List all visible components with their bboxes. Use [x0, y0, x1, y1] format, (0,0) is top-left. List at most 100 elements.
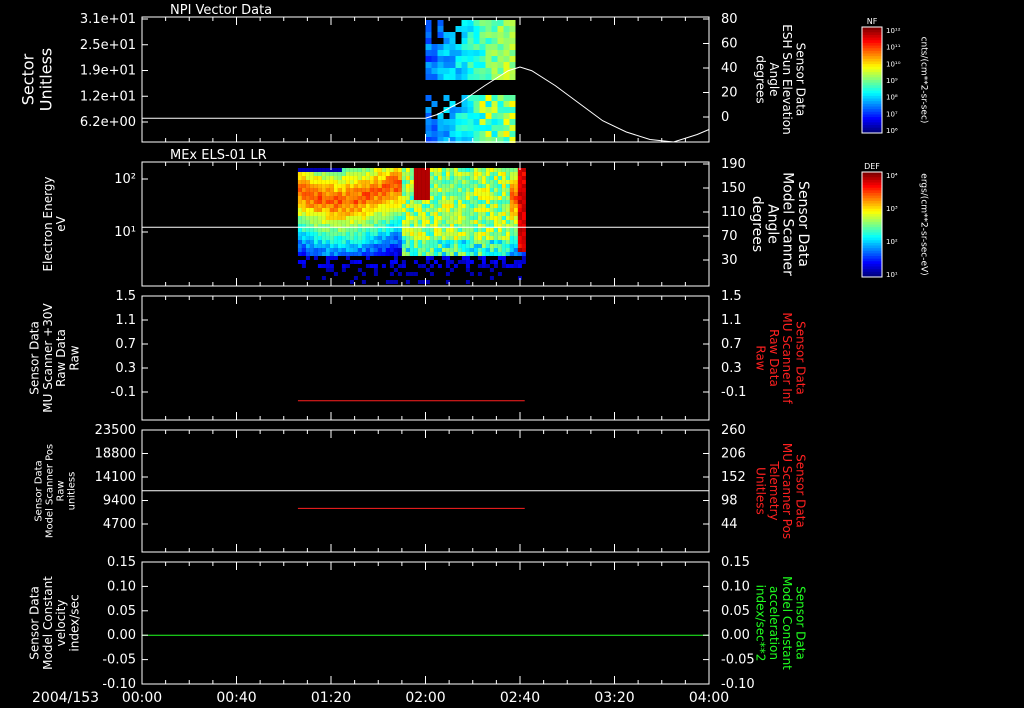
spectrogram-cell — [385, 208, 390, 212]
spectrogram-cell — [465, 264, 470, 268]
spectrogram-cell — [473, 220, 478, 224]
spectrogram-cell — [309, 228, 314, 232]
spectrogram-cell — [389, 264, 394, 268]
spectrogram-cell — [453, 196, 458, 200]
spectrogram-cell — [445, 212, 450, 216]
spectrogram-cell — [429, 232, 434, 236]
spectrogram-cell — [413, 180, 418, 184]
spectrogram-cell — [297, 232, 302, 236]
spectrogram-cell — [301, 208, 306, 212]
spectrogram-cell — [481, 216, 486, 220]
spectrogram-cell — [517, 244, 522, 248]
spectrogram-cell — [401, 212, 406, 216]
spectrogram-cell — [493, 264, 498, 268]
spectrogram-cell — [491, 107, 498, 113]
spectrogram-cell — [433, 176, 438, 180]
spectrogram-cell — [393, 248, 398, 252]
spectrogram-cell — [333, 240, 338, 244]
spectrogram-cell — [305, 172, 310, 176]
y-tick-label: 23500 — [95, 423, 136, 438]
spectrogram-cell — [309, 220, 314, 224]
spectrogram-cell — [521, 216, 526, 220]
spectrogram-cell — [389, 212, 394, 216]
spectrogram-cell — [321, 212, 326, 216]
spectrogram-cell — [297, 260, 302, 264]
spectrogram-cell — [521, 188, 526, 192]
spectrogram-cell — [401, 232, 406, 236]
spectrogram-cell — [365, 200, 370, 204]
spectrogram-cell — [425, 180, 430, 184]
spectrogram-cell — [437, 212, 442, 216]
spectrogram-cell — [361, 196, 366, 200]
spectrogram-cell — [357, 196, 362, 200]
spectrogram-cell — [437, 252, 442, 256]
spectrogram-cell — [321, 192, 326, 196]
spectrogram-cell — [449, 62, 456, 68]
spectrogram-cell — [421, 252, 426, 256]
spectrogram-cell — [321, 196, 326, 200]
spectrogram-cell — [449, 192, 454, 196]
spectrogram-cell — [521, 256, 526, 260]
spectrogram-cell — [337, 196, 342, 200]
spectrogram-cell — [337, 240, 342, 244]
right-y-axis-label: degrees — [749, 196, 765, 252]
spectrogram-cell — [433, 188, 438, 192]
spectrogram-cell — [509, 74, 516, 80]
spectrogram-cell — [497, 172, 502, 176]
y-tick-label: 10¹ — [114, 225, 136, 240]
spectrogram-cell — [357, 172, 362, 176]
spectrogram-cell — [317, 172, 322, 176]
spectrogram-cell — [365, 204, 370, 208]
spectrogram-cell — [389, 252, 394, 256]
spectrogram-cell — [413, 212, 418, 216]
spectrogram-cell — [517, 192, 522, 196]
spectrogram-cell — [377, 240, 382, 244]
spectrogram-cell — [445, 188, 450, 192]
spectrogram-cell — [333, 168, 338, 172]
spectrogram-cell — [477, 192, 482, 196]
spectrogram-cell — [337, 172, 342, 176]
spectrogram-cell — [513, 208, 518, 212]
spectrogram-cell — [501, 232, 506, 236]
spectrogram-cell — [509, 248, 514, 252]
spectrogram-cell — [517, 232, 522, 236]
spectrogram-cell — [509, 113, 516, 119]
spectrogram-cell — [449, 56, 456, 62]
spectrogram-cell — [449, 216, 454, 220]
spectrogram-cell — [405, 272, 410, 276]
spectrogram-cell — [469, 216, 474, 220]
spectrogram-cell — [469, 240, 474, 244]
spectrogram-cell — [453, 240, 458, 244]
spectrogram-cell — [329, 240, 334, 244]
spectrogram-cell — [353, 260, 358, 264]
spectrogram-cell — [337, 204, 342, 208]
spectrogram-cell — [325, 228, 330, 232]
spectrogram-cell — [397, 240, 402, 244]
spectrogram-cell — [481, 204, 486, 208]
spectrogram-cell — [509, 119, 516, 125]
spectrogram-cell — [433, 248, 438, 252]
spectrogram-cell — [449, 44, 456, 50]
spectrogram-cell — [317, 176, 322, 180]
spectrogram-cell — [337, 180, 342, 184]
spectrogram-cell — [493, 216, 498, 220]
spectrogram-cell — [449, 74, 456, 80]
spectrogram-cell — [497, 184, 502, 188]
spectrogram-cell — [425, 131, 432, 137]
spectrogram-cell — [313, 236, 318, 240]
spectrogram-cell — [445, 244, 450, 248]
spectrogram-cell — [357, 168, 362, 172]
spectrogram-cell — [479, 50, 486, 56]
spectrogram-cell — [369, 252, 374, 256]
spectrogram-cell — [449, 252, 454, 256]
spectrogram-cell — [401, 200, 406, 204]
spectrogram-cell — [467, 131, 474, 137]
spectrogram-cell — [485, 107, 492, 113]
spectrogram-cell — [369, 192, 374, 196]
spectrogram-cell — [309, 200, 314, 204]
spectrogram-cell — [521, 212, 526, 216]
spectrogram-cell — [309, 212, 314, 216]
spectrogram-cell — [497, 32, 504, 38]
spectrogram-cell — [425, 184, 430, 188]
spectrogram-cell — [417, 228, 422, 232]
